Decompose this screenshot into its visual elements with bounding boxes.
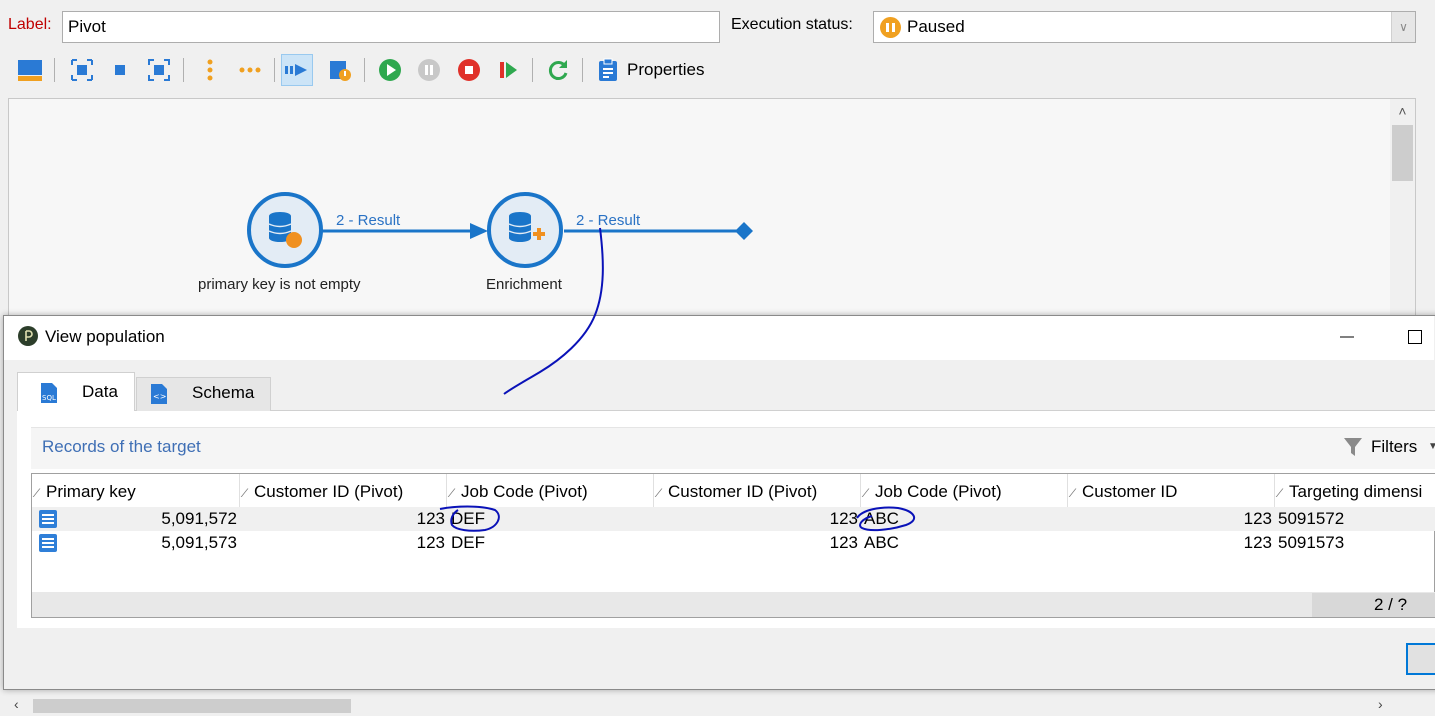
maximize-button[interactable]	[1396, 322, 1435, 352]
cell-customer-id: 123	[1243, 533, 1272, 552]
table-row[interactable]: 5,091,572 123 DEF 123 ABC 123 5091572	[32, 507, 1435, 531]
sql-file-icon: SQL	[41, 383, 57, 403]
canvas-horizontal-scrollbar[interactable]: ‹ ›	[8, 696, 1416, 716]
square-icon[interactable]	[104, 54, 136, 86]
cell-customer-id: 123	[1243, 509, 1272, 528]
refresh-icon[interactable]	[542, 54, 574, 86]
select-all-icon[interactable]	[66, 54, 98, 86]
records-title: Records of the target	[42, 437, 201, 456]
minimize-button[interactable]	[1326, 322, 1366, 352]
arrowhead-icon	[470, 223, 488, 239]
scroll-up-icon[interactable]: ˄	[1390, 103, 1415, 119]
scrollbar-thumb[interactable]	[33, 699, 351, 713]
cell-customer-id-pivot-2: 123	[829, 509, 858, 528]
pause-icon[interactable]	[413, 54, 445, 86]
start-icon[interactable]	[374, 54, 406, 86]
cell-primary-key: 5,091,572	[161, 509, 237, 528]
filter-icon[interactable]	[1343, 436, 1363, 458]
column-header-job-code-pivot-2[interactable]: ⁄ Job Code (Pivot)	[861, 474, 1068, 507]
execution-status-select[interactable]: Paused ∨	[873, 11, 1416, 43]
cell-customer-id-pivot-2: 123	[829, 533, 858, 552]
label-caption: Label:	[8, 16, 52, 33]
scrollbar-thumb[interactable]	[1392, 125, 1413, 181]
tab-schema[interactable]: <> Schema	[136, 377, 271, 411]
sort-icon: ⁄	[244, 486, 247, 500]
horizontal-dots-icon[interactable]	[234, 54, 266, 86]
chevron-down-icon[interactable]: ∨	[1391, 12, 1415, 42]
minimize-icon	[1340, 336, 1354, 338]
sort-icon: ⁄	[1072, 486, 1075, 500]
vertical-dots-icon[interactable]	[194, 54, 226, 86]
cell-job-code-pivot-2: ABC	[864, 509, 899, 528]
dialog-titlebar[interactable]	[4, 316, 1434, 360]
cell-job-code-pivot: DEF	[451, 509, 485, 528]
log-icon[interactable]	[324, 54, 356, 86]
stop-icon[interactable]	[453, 54, 485, 86]
svg-text:SQL: SQL	[42, 394, 56, 402]
cell-job-code-pivot-2: ABC	[864, 533, 899, 552]
label-input[interactable]: Pivot	[62, 11, 720, 43]
column-header-customer-id-pivot-2[interactable]: ⁄ Customer ID (Pivot)	[654, 474, 861, 507]
pager-count: 2 / ?	[1374, 595, 1408, 614]
table-footer	[32, 592, 1435, 617]
query-node-icon	[247, 192, 323, 268]
cell-targeting-dimension: 5091573	[1278, 533, 1345, 552]
sort-icon: ⁄	[658, 486, 661, 500]
column-header-job-code-pivot[interactable]: ⁄ Job Code (Pivot)	[447, 474, 654, 507]
table-row[interactable]: 5,091,573 123 DEF 123 ABC 123 5091573	[32, 531, 1435, 555]
filters-button[interactable]: Filters	[1371, 437, 1417, 457]
cell-customer-id-pivot: 123	[416, 533, 445, 552]
end-diamond-icon	[735, 222, 753, 240]
column-header-primary-key[interactable]: ⁄ Primary key	[32, 474, 240, 507]
app-logo-icon	[18, 326, 38, 346]
column-header-targeting-dimension[interactable]: ⁄ Targeting dimensi	[1275, 474, 1435, 507]
edge-label-2[interactable]: 2 - Result	[576, 212, 640, 229]
tab-schema-label: Schema	[192, 383, 255, 402]
layout-icon[interactable]	[14, 54, 46, 86]
svg-text:<>: <>	[153, 392, 166, 401]
chevron-down-icon[interactable]: ▼	[1428, 441, 1435, 452]
tab-data[interactable]: SQL Data	[17, 372, 135, 411]
cell-primary-key: 5,091,573	[161, 533, 237, 552]
enrichment-node-icon	[487, 192, 563, 268]
properties-button-label[interactable]: Properties	[627, 60, 704, 80]
node-label-enrichment: Enrichment	[486, 276, 562, 293]
cell-customer-id-pivot: 123	[416, 509, 445, 528]
workflow-toolbar: Properties	[8, 50, 1415, 90]
edge-label-1[interactable]: 2 - Result	[336, 212, 400, 229]
scroll-right-icon[interactable]: ›	[1378, 696, 1383, 712]
cell-job-code-pivot: DEF	[451, 533, 485, 552]
column-header-customer-id[interactable]: ⁄ Customer ID	[1068, 474, 1275, 507]
execution-status-caption: Execution status:	[731, 16, 853, 33]
dialog-title: View population	[45, 327, 165, 346]
transition-icon[interactable]	[281, 54, 313, 86]
maximize-icon	[1408, 330, 1422, 344]
properties-icon[interactable]	[592, 54, 624, 86]
record-icon	[39, 534, 57, 552]
record-icon	[39, 510, 57, 528]
sort-icon: ⁄	[865, 486, 868, 500]
scroll-left-icon[interactable]: ‹	[14, 696, 19, 712]
execution-status-value: Paused	[907, 17, 965, 36]
records-header	[31, 427, 1435, 469]
sort-icon: ⁄	[1279, 486, 1282, 500]
resume-icon[interactable]	[492, 54, 524, 86]
dialog-default-button[interactable]	[1406, 643, 1435, 675]
canvas-vertical-scrollbar[interactable]: ˄	[1390, 99, 1415, 317]
fit-icon[interactable]	[143, 54, 175, 86]
schema-file-icon: <>	[151, 384, 167, 404]
tab-data-label: Data	[82, 382, 118, 401]
sort-icon: ⁄	[36, 486, 39, 500]
cell-targeting-dimension: 5091572	[1278, 509, 1345, 528]
paused-status-icon	[880, 17, 901, 38]
node-label-query: primary key is not empty	[198, 276, 361, 293]
sort-icon: ⁄	[451, 486, 454, 500]
column-header-customer-id-pivot[interactable]: ⁄ Customer ID (Pivot)	[240, 474, 447, 507]
